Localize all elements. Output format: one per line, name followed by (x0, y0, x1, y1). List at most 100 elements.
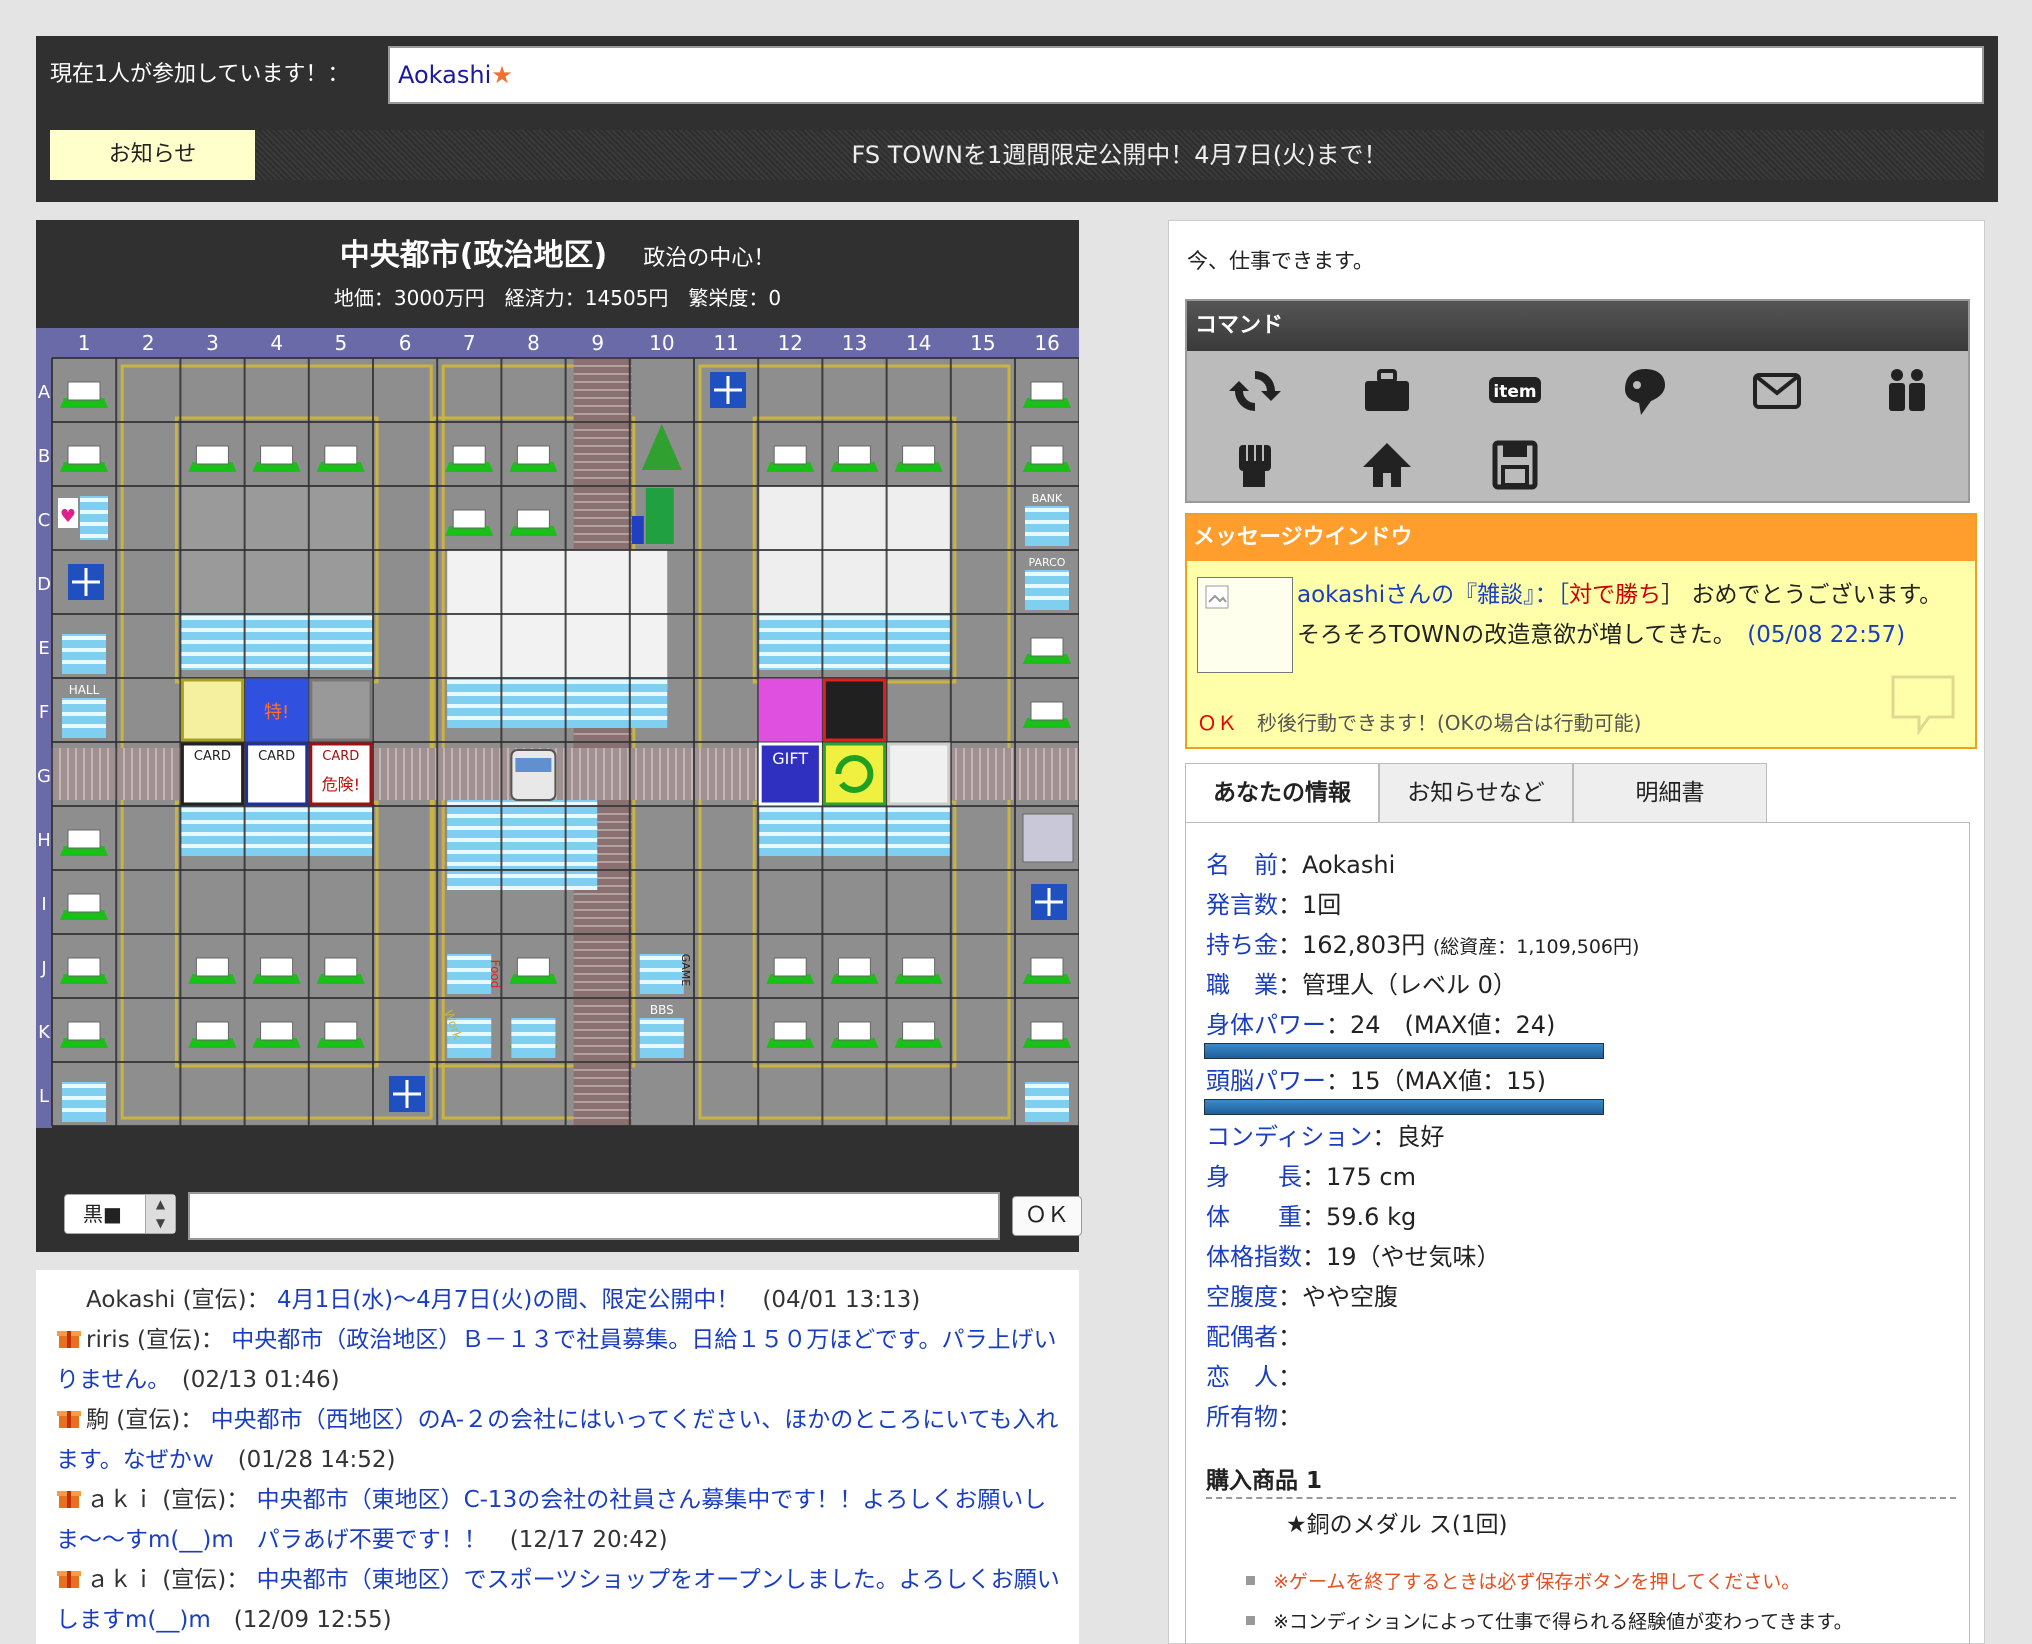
message-image (1197, 577, 1293, 673)
info-lover: 恋 人： (1206, 1363, 1302, 1391)
card-label: CARD (322, 749, 359, 764)
lot-sign (195, 445, 229, 465)
svg-text:item: item (1493, 382, 1536, 402)
speech-bubble-icon (1891, 675, 1955, 735)
map-panel: 中央都市(政治地区) 政治の中心！ 地価：3000万円 経済力：14505円 繁栄… (36, 220, 1082, 1252)
area-name: 中央都市(政治地区) (339, 238, 608, 273)
people-icon[interactable] (1877, 361, 1937, 421)
parco-building-label: PARCO (1029, 556, 1066, 569)
lot-sign (837, 957, 871, 977)
save-icon[interactable] (1485, 435, 1545, 495)
log-time: (01/28 14:52) (237, 1447, 396, 1473)
lot-sign (67, 1021, 101, 1041)
area-subtitle: 政治の中心！ (643, 246, 776, 271)
lot-sign (67, 829, 101, 849)
glass-building (758, 806, 951, 856)
log-entry: riris (宣伝)： 中央都市（政治地区）Ｂ－１３で社員募集。日給１５０万ほど… (46, 1320, 1069, 1400)
column-label: 3 (206, 331, 219, 355)
briefcase-icon[interactable] (1357, 361, 1417, 421)
lot-sign (902, 957, 936, 977)
goods-item: ★銅のメダル ス(1回) (1286, 1512, 1508, 1538)
lot-sign (67, 445, 101, 465)
lot-sign (516, 957, 550, 977)
log-entry: ａｋｉ (宣伝)： 中央都市（東地区）でスポーツショップをオープンしました。よろ… (46, 1560, 1069, 1640)
info-spouse: 配偶者： (1206, 1323, 1302, 1351)
food-label: Food (488, 960, 502, 989)
participant-name[interactable]: Aokashi (398, 61, 491, 89)
chat-log: Aokashi (宣伝)： 4月1日(水)〜4月7日(火)の間、限定公開中！ (… (36, 1270, 1079, 1644)
tab-notices[interactable]: お知らせなど (1379, 763, 1573, 823)
column-label: 7 (463, 331, 476, 355)
log-entry: Aokashi (宣伝)： 4月1日(水)〜4月7日(火)の間、限定公開中！ (… (46, 1280, 1069, 1320)
fist-icon[interactable] (1225, 435, 1285, 495)
note-save: ※ゲームを終了するときは必ず保存ボタンを押してください。 (1246, 1567, 1800, 1594)
bank-building-label: BANK (1032, 492, 1063, 505)
log-user[interactable]: ａｋｉ (宣伝)： (86, 1487, 249, 1513)
log-user[interactable]: Aokashi (宣伝)： (86, 1287, 270, 1313)
gift-label: GIFT (772, 749, 808, 768)
town-map[interactable]: 1 2 3 4 5 6 7 8 9 10 11 12 13 14 15 16ABCDEFGHIJKL特!CAR… (36, 328, 1079, 1128)
log-user[interactable]: 駒 (宣伝)： (86, 1407, 203, 1433)
mailbox-icon (631, 516, 644, 544)
star-icon: ★ (491, 61, 513, 89)
info-hunger: 空腹度：やや空腹 (1206, 1283, 1398, 1311)
log-text: 4月1日(水)〜4月7日(火)の間、限定公開中！ (276, 1287, 740, 1313)
mail-icon[interactable] (1747, 361, 1807, 421)
log-user[interactable]: ａｋｉ (宣伝)： (86, 1567, 249, 1593)
tab-your-info[interactable]: あなたの情報 (1185, 763, 1379, 823)
recycle-tile (822, 742, 887, 806)
lot-sign (67, 893, 101, 913)
lot-sign (195, 1021, 229, 1041)
color-select-value: 黒■ (83, 1202, 122, 1226)
gift-box-icon (57, 1331, 81, 1348)
lot-sign (324, 1021, 358, 1041)
column-label: 15 (970, 331, 995, 355)
log-time: (12/09 12:55) (233, 1607, 392, 1633)
lot-sign (837, 1021, 871, 1041)
special-label: 特! (264, 702, 289, 723)
info-weight: 体 重：59.6 kg (1206, 1203, 1417, 1231)
tab-statement[interactable]: 明細書 (1573, 763, 1767, 823)
lot-sign (773, 445, 807, 465)
action-ok-status: ＯＫ 秒後行動できます！(OKの場合は行動可能) (1197, 711, 1642, 735)
bullet-icon (1246, 1576, 1255, 1585)
header-bar: 現在1人が参加しています！： Aokashi★ お知らせ FS TOWNを1週間… (36, 36, 1998, 202)
chat-input[interactable] (188, 1192, 1000, 1240)
log-entry: 駒 (宣伝)： 中央都市（西地区）のA-２の会社にはいってください、ほかのところ… (46, 1400, 1069, 1480)
lot-sign (837, 445, 871, 465)
home-icon[interactable] (1357, 435, 1417, 495)
chat-ok-button[interactable]: ＯＫ (1012, 1196, 1082, 1236)
hall-building-label: HALL (69, 683, 100, 697)
log-entry: ａｋｉ (宣伝)： 中央都市（東地区）C-13の会社の社員さん募集中です！！よろ… (46, 1480, 1069, 1560)
column-label: 5 (335, 331, 348, 355)
item-icon[interactable]: item (1485, 361, 1545, 421)
column-label: 8 (527, 331, 540, 355)
info-money: 持ち金：162,803円 (総資産：1,109,506円) (1206, 931, 1640, 959)
log-text: 中央都市（西地区）のA-２の会社にはいってください、ほかのところにいても入れます… (56, 1407, 1059, 1473)
log-user[interactable]: riris (宣伝)： (86, 1327, 224, 1353)
goods-heading: 購入商品 1 (1206, 1468, 1323, 1494)
glass-building (447, 678, 668, 728)
column-label: 4 (270, 331, 283, 355)
broken-image-icon (1205, 585, 1229, 609)
color-select[interactable]: 黒■ ▲ ▼ (64, 1194, 176, 1234)
info-brain-power: 頭脳パワー：15（MAX値：15) (1206, 1067, 1547, 1095)
lot-sign (324, 445, 358, 465)
building-block (447, 550, 668, 690)
message-title: メッセージウインドウ (1187, 515, 1975, 561)
card-label: CARD (258, 749, 295, 764)
log-time: (02/13 01:46) (181, 1367, 340, 1393)
chat-head-icon[interactable] (1615, 361, 1675, 421)
info-body-power: 身体パワー：24 (MAX値：24) (1206, 1011, 1556, 1039)
column-label: 1 (78, 331, 91, 355)
row-label: A (38, 382, 51, 403)
row-label: K (38, 1022, 51, 1043)
log-time: (12/17 20:42) (509, 1527, 668, 1553)
lot-sign (1030, 957, 1064, 977)
lot-sign (452, 509, 486, 529)
refresh-icon[interactable] (1225, 361, 1285, 421)
row-label: G (37, 766, 51, 787)
message-window: メッセージウインドウ aokashiさんの『雑談』：［対で勝ち］ おめでとうござ… (1185, 513, 1977, 749)
message-text: aokashiさんの『雑談』：［対で勝ち］ おめでとうございます。そろそろTOW… (1297, 582, 1943, 648)
info-name: 名 前：Aokashi (1206, 851, 1396, 879)
